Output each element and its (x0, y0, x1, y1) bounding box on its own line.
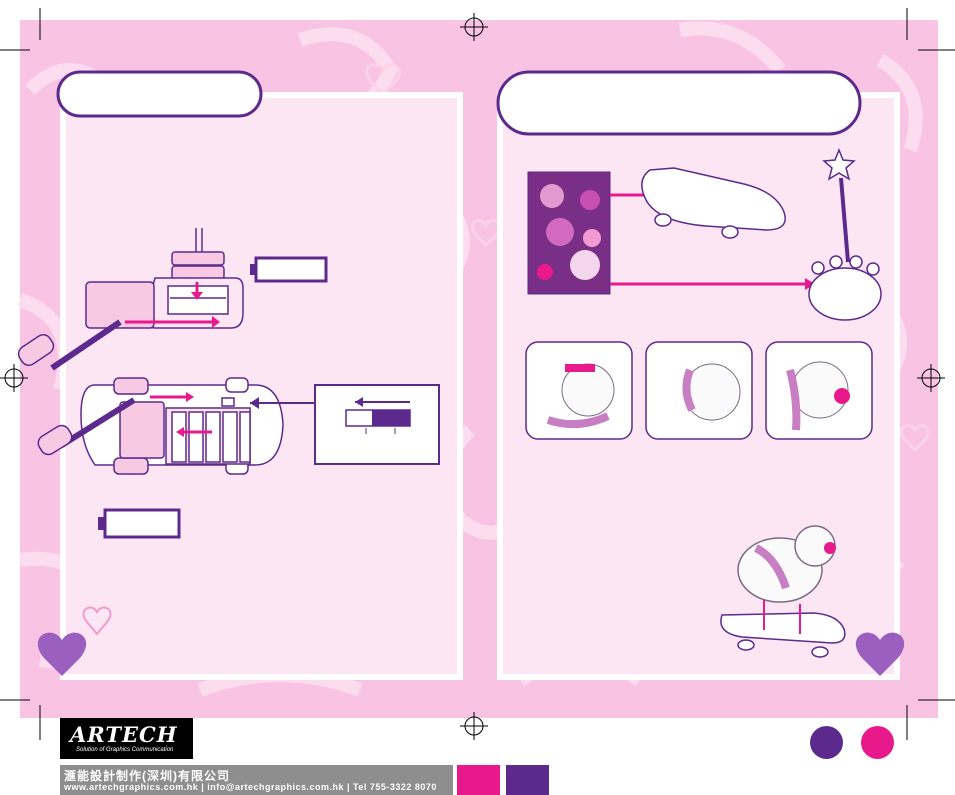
puppy-panel-3 (765, 341, 873, 440)
puppy-panel-1 (525, 341, 633, 440)
artech-tagline: Solution of Graphics Communication (76, 747, 174, 753)
magenta-swatch (457, 765, 500, 795)
battery-empty-icon (98, 508, 181, 539)
puppy-panel-2 (645, 341, 753, 440)
purple-color-dot (810, 726, 843, 759)
magenta-color-dot (861, 726, 894, 759)
print-sheet (0, 8, 955, 740)
switch-detail-figure (314, 384, 440, 465)
artech-logo: ARTECH (70, 722, 178, 747)
contact-line: www.artechgraphics.com.hk | info@artechg… (64, 782, 437, 792)
right-heading-pill (496, 70, 862, 136)
battery-low-icon (250, 256, 328, 283)
sticker-sheet (527, 171, 611, 295)
purple-swatch (506, 765, 549, 795)
left-heading-pill (56, 70, 263, 118)
